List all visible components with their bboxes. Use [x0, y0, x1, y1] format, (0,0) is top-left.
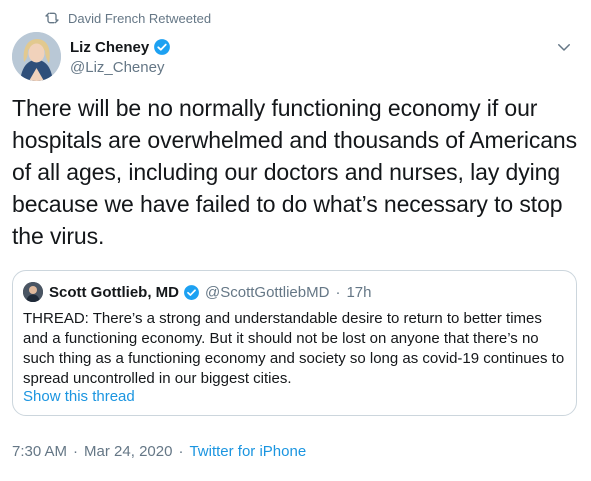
tweet-time[interactable]: 7:30 AM [12, 443, 67, 460]
author-name[interactable]: Liz Cheney [70, 39, 149, 56]
quoted-tweet[interactable]: Scott Gottlieb, MD @ScottGottliebMD · 17… [12, 270, 577, 416]
quoted-timestamp: 17h [346, 283, 372, 301]
author-handle[interactable]: @Liz_Cheney [70, 59, 171, 76]
verified-badge-icon [184, 284, 199, 300]
avatar-scott-gottlieb [23, 282, 43, 302]
verified-badge-icon [154, 39, 171, 55]
quoted-tweet-header: Scott Gottlieb, MD @ScottGottliebMD · 17… [23, 281, 371, 303]
avatar[interactable] [12, 32, 61, 81]
retweet-context: David French Retweeted [44, 8, 211, 28]
tweet-source-link[interactable]: Twitter for iPhone [189, 443, 306, 460]
separator-dot: · [335, 283, 341, 301]
avatar-liz-cheney [12, 32, 61, 81]
retweet-label[interactable]: David French Retweeted [68, 11, 211, 26]
separator-dot: · [73, 443, 79, 460]
quoted-avatar [23, 282, 43, 302]
chevron-down-icon[interactable] [555, 38, 573, 56]
tweet-header: Liz Cheney @Liz_Cheney [12, 32, 579, 82]
author-block: Liz Cheney @Liz_Cheney [70, 36, 171, 76]
tweet-footer: 7:30 AM · Mar 24, 2020 · Twitter for iPh… [12, 443, 306, 460]
author-name-line: Liz Cheney [70, 36, 171, 58]
quoted-author-handle: @ScottGottliebMD [205, 283, 330, 301]
tweet-date[interactable]: Mar 24, 2020 [84, 443, 172, 460]
quoted-tweet-text: THREAD: There’s a strong and understanda… [23, 310, 565, 387]
tweet-text: There will be no normally functioning ec… [12, 95, 578, 249]
quoted-author-name: Scott Gottlieb, MD [49, 283, 179, 301]
show-thread-link[interactable]: Show this thread [23, 388, 135, 405]
separator-dot: · [178, 443, 184, 460]
retweet-icon [45, 12, 59, 24]
